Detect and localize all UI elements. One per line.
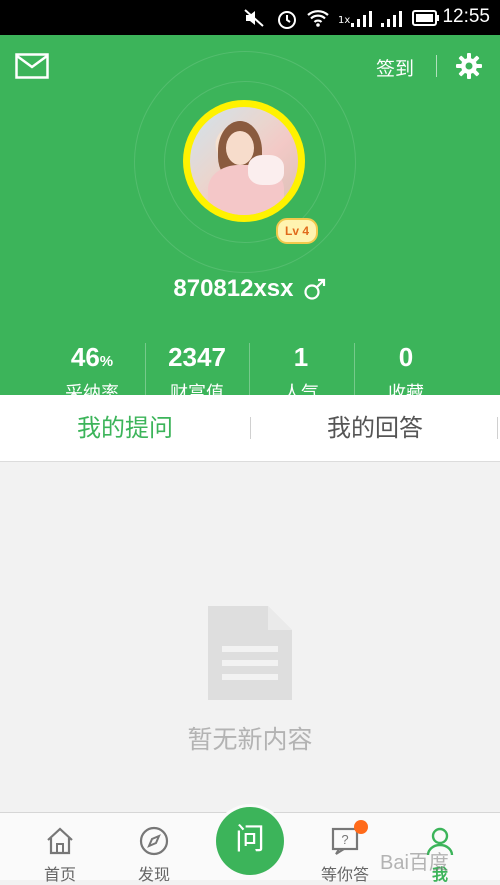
stat-label: 人气	[283, 383, 319, 395]
stat-unit: %	[99, 353, 114, 370]
tab-my-questions[interactable]: 我的提问	[0, 395, 250, 461]
level-badge: Lv 4	[276, 218, 318, 244]
stat-value: 2347	[168, 342, 226, 372]
watermark: Bai百度	[380, 852, 449, 874]
mute-icon	[244, 9, 264, 27]
header-divider	[436, 55, 437, 77]
signal-icon-secondary	[351, 11, 372, 27]
profile-header: 签到 Lv 4 870812xsx 46% 采纳率 2347 财富值 1 人气 …	[0, 35, 500, 395]
stat-value: 1	[293, 342, 309, 372]
stat-adoption-rate[interactable]: 46% 采纳率	[40, 342, 144, 395]
tab-bar: 我的提问 我的回答	[0, 395, 500, 462]
signal-icon	[381, 11, 402, 27]
home-icon	[47, 827, 73, 855]
svg-text:?: ?	[341, 832, 348, 847]
stat-label: 财富值	[170, 383, 224, 395]
alarm-icon	[278, 11, 296, 29]
notification-badge	[354, 820, 368, 834]
gear-icon[interactable]	[455, 52, 483, 80]
stat-favorites[interactable]: 0 收藏	[354, 342, 458, 395]
status-bar: 1x 12:55	[0, 0, 500, 35]
nav-label: 发现	[137, 865, 170, 884]
stat-value: 0	[398, 342, 414, 372]
male-gender-icon	[304, 278, 325, 300]
stat-popularity[interactable]: 1 人气	[249, 342, 353, 395]
stat-wealth[interactable]: 2347 财富值	[145, 342, 249, 395]
signin-button[interactable]: 签到	[376, 54, 414, 81]
clock-time: 12:55	[442, 6, 490, 27]
nav-home[interactable]: 首页	[10, 813, 110, 884]
battery-icon	[412, 10, 439, 26]
stat-label: 采纳率	[65, 383, 119, 395]
username: 870812xsx	[173, 275, 294, 302]
wifi-icon	[307, 10, 329, 27]
compass-icon	[139, 826, 169, 856]
tab-my-answers[interactable]: 我的回答	[250, 395, 500, 461]
username-row: 870812xsx	[0, 275, 500, 311]
mail-icon[interactable]	[15, 53, 49, 79]
avatar-photo	[190, 107, 298, 215]
ask-question-button[interactable]: 问	[216, 807, 284, 875]
empty-state-message: 暂无新内容	[187, 725, 313, 754]
tab-divider	[497, 417, 498, 439]
nav-label: 首页	[43, 865, 76, 884]
network-type-label: 1x	[338, 15, 351, 26]
nav-discover[interactable]: 发现	[104, 813, 204, 884]
document-icon	[208, 606, 292, 700]
avatar[interactable]	[183, 100, 305, 222]
stat-value: 46	[70, 342, 100, 372]
stat-label: 收藏	[388, 383, 424, 395]
